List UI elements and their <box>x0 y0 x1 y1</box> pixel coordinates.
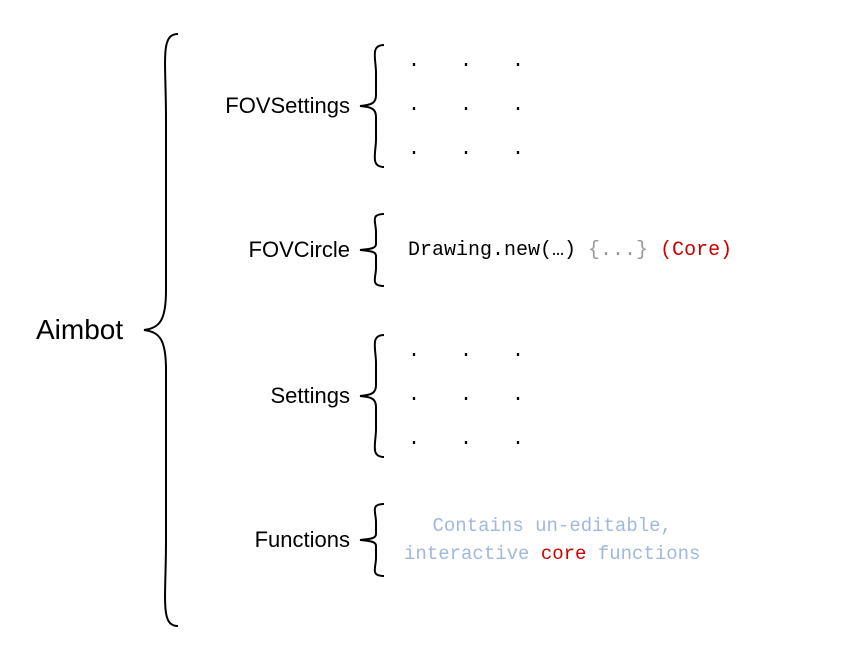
dots-line: . . . <box>408 84 538 128</box>
child-label: Functions <box>200 527 350 553</box>
code-tag: (Core) <box>660 239 732 262</box>
code-content: Drawing.new(…) {...} (Core) <box>408 239 732 262</box>
child-label: Settings <box>200 383 350 409</box>
desc-line1: Contains un-editable, <box>404 512 700 541</box>
desc-text: functions <box>586 543 700 565</box>
code-main: Drawing.new(…) <box>408 239 576 262</box>
desc-line2: interactive core functions <box>404 540 700 569</box>
dots-placeholder: . . . . . . . . . <box>408 330 538 462</box>
dots-line: . . . <box>408 128 538 172</box>
child-row-fovcircle: FOVCircle Drawing.new(…) {...} (Core) <box>200 210 732 290</box>
dots-placeholder: . . . . . . . . . <box>408 40 538 172</box>
desc-text: interactive <box>404 543 541 565</box>
brace-icon <box>356 210 388 290</box>
brace-icon <box>356 500 388 580</box>
root-label: Aimbot <box>36 314 123 346</box>
child-row-settings: Settings . . . . . . . . . <box>200 330 538 462</box>
brace-icon <box>356 331 388 461</box>
dots-line: . . . <box>408 418 538 462</box>
code-placeholder: {...} <box>588 239 648 262</box>
child-label: FOVCircle <box>200 237 350 263</box>
dots-line: . . . <box>408 330 538 374</box>
brace-icon <box>356 41 388 171</box>
child-label: FOVSettings <box>200 93 350 119</box>
desc-highlight: core <box>541 543 587 565</box>
brace-icon <box>140 30 182 630</box>
child-row-functions: Functions Contains un-editable, interact… <box>200 500 700 580</box>
dots-line: . . . <box>408 40 538 84</box>
description-content: Contains un-editable, interactive core f… <box>404 512 700 569</box>
dots-line: . . . <box>408 374 538 418</box>
child-row-fovsettings: FOVSettings . . . . . . . . . <box>200 40 538 172</box>
